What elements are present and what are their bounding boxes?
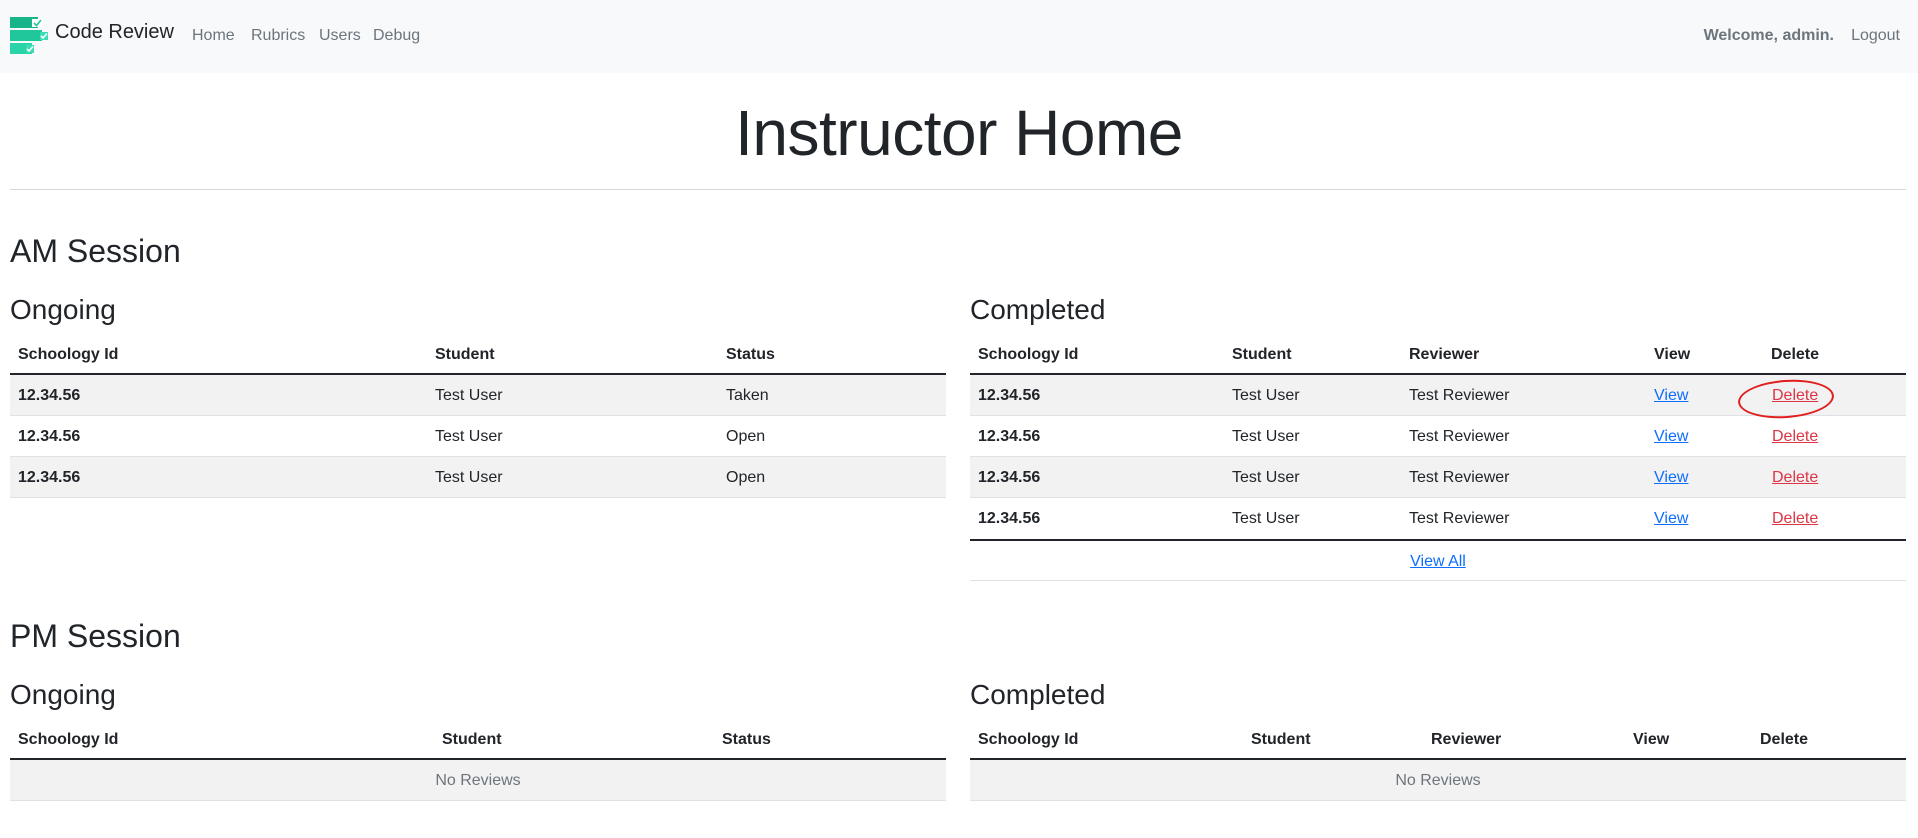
col-view: View (1654, 346, 1691, 363)
table-header: Schoology Id Student Reviewer View Delet… (970, 334, 1906, 375)
schoology-id-cell: 12.34.56 (978, 469, 1041, 486)
am-completed-table: Schoology Id Student Reviewer View Delet… (970, 334, 1906, 581)
status-cell: Open (726, 428, 766, 445)
reviewer-cell: Test Reviewer (1409, 510, 1510, 527)
pm-ongoing-table: Schoology Id Student Status No Reviews (10, 719, 946, 801)
table-row: 12.34.56 Test User Test Reviewer View De… (970, 457, 1906, 498)
am-session-title: AM Session (10, 233, 181, 269)
reviewer-cell: Test Reviewer (1409, 469, 1510, 486)
schoology-id-cell: 12.34.56 (978, 428, 1041, 445)
table-header: Schoology Id Student Status (10, 719, 946, 760)
status-cell: Taken (726, 387, 769, 404)
student-cell: Test User (435, 428, 503, 445)
empty-row: No Reviews (970, 760, 1906, 801)
welcome-text: Welcome, admin. (1703, 27, 1834, 44)
table-header: Schoology Id Student Reviewer View Delet… (970, 719, 1906, 760)
col-status: Status (722, 731, 771, 748)
empty-message: No Reviews (1395, 772, 1481, 789)
pm-ongoing-title: Ongoing (10, 679, 116, 710)
view-all-link[interactable]: View All (1410, 553, 1466, 571)
am-ongoing-title: Ongoing (10, 294, 116, 325)
navbar: Code Review Home Rubrics Users Debug Wel… (0, 0, 1918, 73)
pm-session-title: PM Session (10, 618, 181, 654)
checklist-logo-icon (10, 17, 48, 54)
view-link[interactable]: View (1654, 428, 1688, 446)
col-reviewer: Reviewer (1431, 731, 1502, 748)
col-reviewer: Reviewer (1409, 346, 1480, 363)
table-row: 12.34.56 Test User Test Reviewer View De… (970, 375, 1906, 416)
table-row: 12.34.56 Test User Test Reviewer View De… (970, 498, 1906, 539)
col-delete: Delete (1760, 731, 1809, 748)
logout-link[interactable]: Logout (1851, 27, 1900, 45)
pm-completed-title: Completed (970, 679, 1106, 710)
schoology-id-cell: 12.34.56 (18, 428, 81, 445)
reviewer-cell: Test Reviewer (1409, 387, 1510, 404)
col-delete: Delete (1771, 346, 1820, 363)
nav-debug[interactable]: Debug (373, 27, 420, 45)
view-link[interactable]: View (1654, 510, 1688, 528)
nav-rubrics[interactable]: Rubrics (251, 27, 305, 45)
table-row: 12.34.56 Test User Test Reviewer View De… (970, 416, 1906, 457)
title-divider (10, 189, 1906, 190)
col-student: Student (442, 731, 502, 748)
pm-completed-table: Schoology Id Student Reviewer View Delet… (970, 719, 1906, 801)
col-status: Status (726, 346, 775, 363)
schoology-id-cell: 12.34.56 (978, 387, 1041, 404)
view-link[interactable]: View (1654, 469, 1688, 487)
student-cell: Test User (1232, 510, 1300, 527)
am-ongoing-table: Schoology Id Student Status 12.34.56 Tes… (10, 334, 946, 498)
table-header: Schoology Id Student Status (10, 334, 946, 375)
student-cell: Test User (1232, 469, 1300, 486)
schoology-id-cell: 12.34.56 (18, 387, 81, 404)
col-student: Student (1232, 346, 1292, 363)
table-row: 12.34.56 Test User Open (10, 416, 946, 457)
delete-link[interactable]: Delete (1772, 510, 1818, 528)
status-cell: Open (726, 469, 766, 486)
col-schoology-id: Schoology Id (18, 346, 119, 363)
col-schoology-id: Schoology Id (18, 731, 119, 748)
brand[interactable]: Code Review (10, 17, 174, 55)
col-student: Student (1251, 731, 1311, 748)
schoology-id-cell: 12.34.56 (978, 510, 1041, 527)
col-schoology-id: Schoology Id (978, 731, 1079, 748)
brand-name[interactable]: Code Review (55, 21, 174, 44)
delete-link[interactable]: Delete (1772, 469, 1818, 487)
student-cell: Test User (1232, 428, 1300, 445)
view-link[interactable]: View (1654, 387, 1688, 405)
empty-row: No Reviews (10, 760, 946, 801)
reviewer-cell: Test Reviewer (1409, 428, 1510, 445)
student-cell: Test User (1232, 387, 1300, 404)
col-schoology-id: Schoology Id (978, 346, 1079, 363)
schoology-id-cell: 12.34.56 (18, 469, 81, 486)
table-footer: View All (970, 539, 1906, 581)
nav-users[interactable]: Users (319, 27, 361, 45)
nav-home[interactable]: Home (192, 27, 235, 45)
delete-link[interactable]: Delete (1772, 387, 1818, 405)
col-student: Student (435, 346, 495, 363)
delete-link[interactable]: Delete (1772, 428, 1818, 446)
am-completed-title: Completed (970, 294, 1106, 325)
col-view: View (1633, 731, 1670, 748)
page-title: Instructor Home (735, 97, 1183, 169)
table-row: 12.34.56 Test User Open (10, 457, 946, 498)
student-cell: Test User (435, 387, 503, 404)
empty-message: No Reviews (435, 772, 521, 789)
student-cell: Test User (435, 469, 503, 486)
table-row: 12.34.56 Test User Taken (10, 375, 946, 416)
